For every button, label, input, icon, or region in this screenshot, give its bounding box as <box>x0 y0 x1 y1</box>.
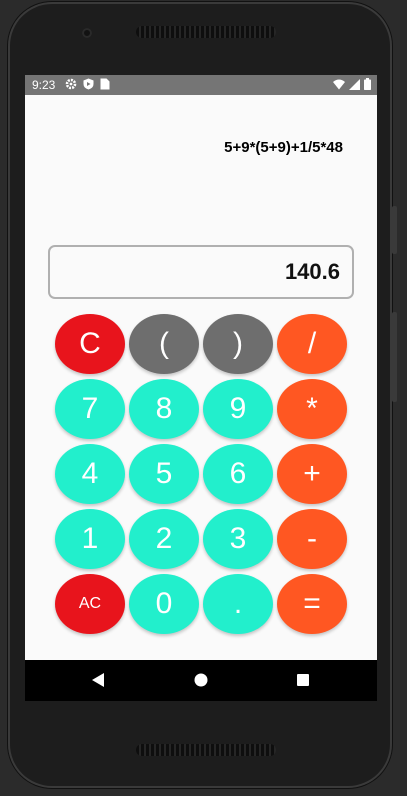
home-icon[interactable] <box>194 672 208 688</box>
recents-icon[interactable] <box>296 672 310 688</box>
navigation-bar <box>25 660 377 701</box>
key-3-button[interactable]: 3 <box>203 509 273 569</box>
top-speaker <box>136 26 276 38</box>
key-close-paren-button[interactable]: ) <box>203 314 273 374</box>
key-open-paren-button[interactable]: ( <box>129 314 199 374</box>
key-all-clear-button[interactable]: AC <box>55 574 125 634</box>
key-decimal-button[interactable]: . <box>203 574 273 634</box>
back-icon[interactable] <box>91 672 105 688</box>
status-time: 9:23 <box>32 78 56 92</box>
key-5-button[interactable]: 5 <box>129 444 199 504</box>
key-8-button[interactable]: 8 <box>129 379 199 439</box>
key-2-button[interactable]: 2 <box>129 509 199 569</box>
bottom-speaker <box>136 744 276 756</box>
front-camera-icon <box>82 28 92 38</box>
result-field[interactable]: 140.6 <box>48 245 354 299</box>
key-multiply-button[interactable]: * <box>277 379 347 439</box>
power-button <box>392 206 397 254</box>
key-7-button[interactable]: 7 <box>55 379 125 439</box>
key-equals-button[interactable]: = <box>277 574 347 634</box>
expression-display: 5+9*(5+9)+1/5*48 <box>224 139 343 156</box>
key-6-button[interactable]: 6 <box>203 444 273 504</box>
result-value: 140.6 <box>284 259 340 284</box>
key-4-button[interactable]: 4 <box>55 444 125 504</box>
status-bar: 9:23 <box>25 75 377 95</box>
volume-button <box>392 312 397 402</box>
key-1-button[interactable]: 1 <box>55 509 125 569</box>
sim-icon <box>100 78 110 90</box>
shield-icon <box>83 78 94 90</box>
key-clear-button[interactable]: C <box>55 314 125 374</box>
app-screen: 9:23 5 +9*(5+9)+1/5*48 140.6 C () / 7 8 … <box>25 75 377 701</box>
battery-icon <box>364 78 371 90</box>
status-system-icons <box>333 78 371 90</box>
wifi-icon <box>333 79 345 89</box>
key-plus-button[interactable]: + <box>277 444 347 504</box>
key-9-button[interactable]: 9 <box>203 379 273 439</box>
gear-icon <box>65 78 77 90</box>
status-notification-icons <box>65 78 110 90</box>
signal-icon <box>349 78 360 90</box>
keypad: C()/ 7 8 9 * 4 5 6 +1 2 3- AC 0. = <box>55 314 347 634</box>
key-minus-button[interactable]: - <box>277 509 347 569</box>
key-divide-button[interactable]: / <box>277 314 347 374</box>
key-0-button[interactable]: 0 <box>129 574 199 634</box>
